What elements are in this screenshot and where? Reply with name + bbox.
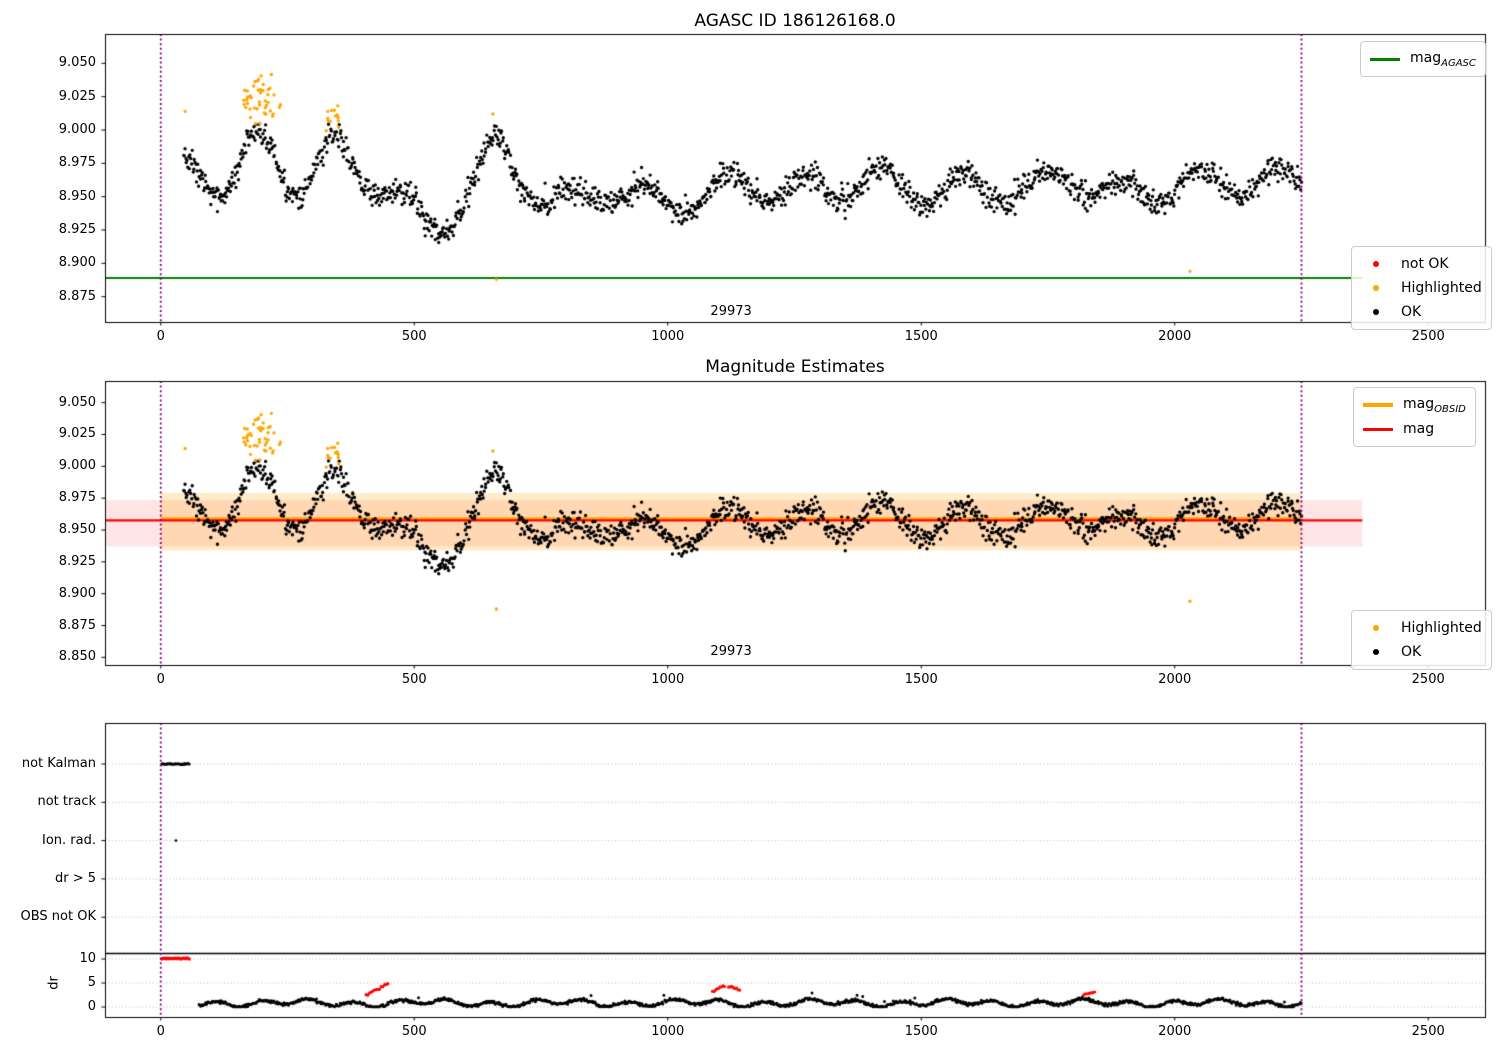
plot2-ytick-label: 9.025 <box>58 426 96 442</box>
plot1-ytick-label: 8.925 <box>58 222 96 237</box>
legend-row-mag-obsid: magOBSID <box>1363 393 1466 417</box>
legend-dot-orange <box>1373 285 1379 291</box>
plot3-dr-tick-label: 5 <box>87 975 96 990</box>
legend-label-mag-agasc: magAGASC <box>1410 50 1476 69</box>
legend-dot-red <box>1373 261 1379 267</box>
legend-label-subscript: OBSID <box>1434 403 1466 415</box>
plot3-category-label: OBS not OK <box>20 909 97 925</box>
legend-row-highlighted: Highlighted <box>1361 276 1482 300</box>
plot2-ytick-label: 8.875 <box>58 617 96 633</box>
legend-row-not-ok: not OK <box>1361 252 1482 276</box>
plot1-ytick-label: 9.025 <box>58 88 96 104</box>
plot1-ytick-label: 9.000 <box>58 122 96 137</box>
plot2-ytick-label: 9.050 <box>58 394 96 410</box>
plot1-ytick-label: 9.050 <box>58 55 96 71</box>
plot1-ytick-label: 8.875 <box>58 288 96 304</box>
legend-dot-black <box>1373 309 1379 315</box>
plot2-xtick-label: 0 <box>156 672 165 687</box>
legend-label-highlighted: Highlighted <box>1401 620 1482 636</box>
legend-row-ok: OK <box>1361 300 1482 324</box>
plot1-ytick-label: 8.950 <box>58 188 96 204</box>
plot1-xtick-label: 2500 <box>1411 329 1445 344</box>
plot2-title: Magnitude Estimates <box>705 357 885 377</box>
figure: AGASC ID 186126168.0 Magnitude Estimates… <box>0 0 1500 1050</box>
plot2-ytick-label: 8.900 <box>58 585 96 601</box>
plot1-ytick-label: 8.900 <box>58 255 96 271</box>
plot2-ytick-label: 9.000 <box>58 458 96 474</box>
plot1-xtick-label: 0 <box>156 329 165 344</box>
plot3-xtick-label: 2500 <box>1411 1024 1445 1039</box>
plot2-legend-markers: Highlighted OK <box>1351 610 1492 670</box>
legend-label-main: mag <box>1410 49 1442 66</box>
legend-label-subscript: AGASC <box>1441 57 1476 69</box>
plot1-xtick-label: 1000 <box>651 329 685 344</box>
plot3-category-label: not Kalman <box>21 756 96 771</box>
plot1-xtick-label: 1500 <box>904 329 938 344</box>
plot2-ytick-label: 8.950 <box>58 522 96 537</box>
plot1-obsid-annotation: 29973 <box>710 304 752 319</box>
plot3-xtick-label: 0 <box>156 1024 165 1039</box>
plot1-xtick-label: 2000 <box>1158 329 1192 344</box>
legend-row-mag: mag <box>1363 417 1466 441</box>
plot1-legend-mag-agasc: magAGASC <box>1360 41 1486 77</box>
plot2-xtick-label: 1500 <box>904 672 938 687</box>
plot1-ytick-label: 8.975 <box>58 155 96 171</box>
legend-row-mag-agasc: magAGASC <box>1370 47 1476 71</box>
plot1-xtick-label: 500 <box>401 329 427 344</box>
legend-row-highlighted: Highlighted <box>1361 616 1482 640</box>
plots-canvas <box>0 0 1500 1050</box>
legend-line-sample-red <box>1363 427 1393 431</box>
plot2-xtick-label: 1000 <box>651 672 685 687</box>
plot2-ytick-label: 8.975 <box>58 490 96 506</box>
plot3-xtick-label: 500 <box>401 1024 427 1039</box>
plot2-xtick-label: 500 <box>401 672 427 687</box>
plot2-ytick-label: 8.925 <box>58 553 96 569</box>
legend-dot-black <box>1373 649 1379 655</box>
plot2-xtick-label: 2500 <box>1411 672 1445 687</box>
legend-label-ok: OK <box>1401 644 1422 660</box>
plot3-dr-tick-label: 10 <box>79 951 96 966</box>
legend-line-sample-green <box>1370 57 1400 61</box>
legend-label-mag: mag <box>1403 421 1435 437</box>
legend-label-ok: OK <box>1401 304 1422 320</box>
plot3-dr-tick-label: 0 <box>87 999 96 1014</box>
legend-label-highlighted: Highlighted <box>1401 280 1482 296</box>
legend-label-mag-obsid: magOBSID <box>1403 396 1466 415</box>
plot2-legend-lines: magOBSID mag <box>1353 387 1476 447</box>
plot3-xtick-label: 1500 <box>904 1024 938 1039</box>
plot2-ytick-label: 8.850 <box>58 649 96 665</box>
plot2-xtick-label: 2000 <box>1158 672 1192 687</box>
plot3-category-label: Ion. rad. <box>42 832 96 848</box>
legend-label-main: mag <box>1403 395 1435 412</box>
legend-line-sample-orange <box>1363 403 1393 407</box>
plot3-xtick-label: 2000 <box>1158 1024 1192 1039</box>
plot1-legend-markers: not OK Highlighted OK <box>1351 246 1492 330</box>
plot1-title: AGASC ID 186126168.0 <box>694 11 896 31</box>
plot3-category-label: dr > 5 <box>54 870 96 886</box>
legend-label-not-ok: not OK <box>1401 256 1449 272</box>
legend-dot-orange <box>1373 625 1379 631</box>
plot2-obsid-annotation: 29973 <box>710 644 752 660</box>
legend-row-ok: OK <box>1361 640 1482 664</box>
plot3-xtick-label: 1000 <box>651 1024 685 1039</box>
plot3-category-label: not track <box>37 794 96 810</box>
